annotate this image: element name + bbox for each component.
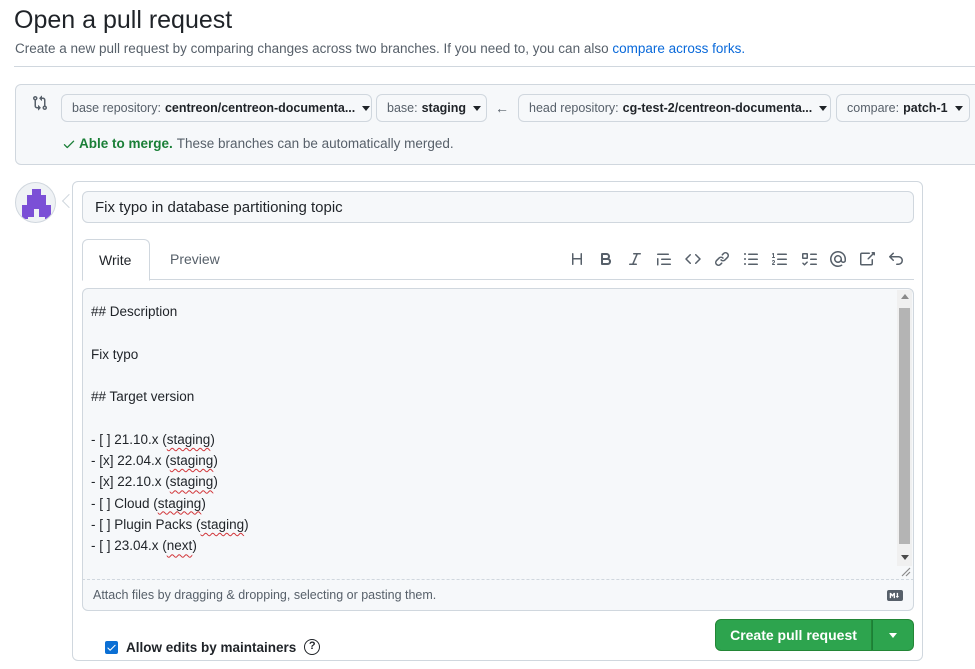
unordered-list-icon[interactable] [736,248,765,270]
check-icon [63,140,75,148]
compare-branch-label: compare: [847,101,900,115]
identicon-icon [22,189,51,219]
markdown-icon [887,590,903,601]
page-title: Open a pull request [14,6,233,34]
scroll-up-icon[interactable] [901,294,909,299]
caret-down-icon [954,105,963,111]
base-branch-select[interactable]: base: staging [376,94,487,122]
list-item: - [ ] 23.04.x (next) [91,538,197,554]
base-repository-select[interactable]: base repository: centreon/centreon-docum… [61,94,372,122]
caret-down-icon [362,105,371,111]
attach-hint: Attach files by dragging & dropping, sel… [93,588,437,602]
base-branch-label: base: [387,101,418,115]
quote-icon[interactable] [649,248,678,270]
markdown-toolbar [562,248,910,270]
scroll-down-icon[interactable] [901,555,909,560]
caret-down-icon [889,632,897,638]
reference-icon[interactable] [852,248,881,270]
help-icon[interactable]: ? [304,639,321,655]
list-item: - [ ] Cloud (staging) [91,495,206,511]
resize-grip-icon[interactable] [899,565,911,577]
italic-icon[interactable] [620,248,649,270]
caret-down-icon [473,105,482,111]
git-compare-icon [32,95,50,113]
code-icon[interactable] [678,248,707,270]
editor-tabs: Write Preview [82,239,914,281]
avatar[interactable] [15,182,56,223]
caret-down-icon [819,105,828,111]
head-repository-value: cg-test-2/centreon-documenta... [622,101,813,115]
link-icon[interactable] [707,248,736,270]
pr-title-input[interactable] [82,191,914,223]
pr-body-content: ## Description Fix typo ## Target versio… [91,301,249,557]
base-repository-value: centreon/centreon-documenta... [164,101,356,115]
merge-message: These branches can be automatically merg… [176,136,454,151]
base-repository-label: base repository: [72,101,161,115]
scroll-thumb[interactable] [899,308,910,544]
pr-body-textarea[interactable]: ## Description Fix typo ## Target versio… [82,288,914,580]
merge-ok-label: Able to merge. [79,136,173,151]
tab-write[interactable]: Write [82,239,150,281]
heading-icon[interactable] [562,248,591,270]
list-item: - [ ] 21.10.x (staging) [91,431,215,447]
allow-edits-label[interactable]: Allow edits by maintainers [126,640,296,655]
list-item: - [ ] Plugin Packs (staging) [91,516,249,532]
create-pull-request-button[interactable]: Create pull request [715,619,872,651]
subtitle-text: Create a new pull request by comparing c… [15,41,609,56]
create-options-dropdown[interactable] [872,619,914,651]
list-item: - [x] 22.10.x (staging) [91,474,218,490]
allow-edits-checkbox[interactable] [105,640,118,654]
head-repository-label: head repository: [529,101,619,115]
body-line: ## Description [91,304,178,319]
body-line: Fix typo [91,346,139,362]
allow-edits-row: Allow edits by maintainers ? [105,639,321,655]
vertical-scrollbar[interactable] [897,290,912,566]
divider [14,66,975,67]
merge-status: Able to merge. These branches can be aut… [62,136,454,151]
arrow-left-icon: ← [495,100,509,116]
pull-request-composer: Write Preview ## Description Fix typo ##… [72,181,923,661]
mention-icon[interactable] [823,248,852,270]
head-repository-select[interactable]: head repository: cg-test-2/centreon-docu… [518,94,831,122]
task-list-icon[interactable] [794,248,823,270]
compare-across-forks-link[interactable]: compare across forks. [612,41,745,56]
list-item: - [x] 22.04.x (staging) [91,453,218,469]
undo-icon[interactable] [881,248,910,270]
compare-range-box: base repository: centreon/centreon-docum… [15,84,975,165]
page-subtitle: Create a new pull request by comparing c… [15,41,745,56]
ordered-list-icon[interactable] [765,248,794,270]
compare-branch-value: patch-1 [903,101,948,115]
tab-preview[interactable]: Preview [154,239,236,280]
compare-branch-select[interactable]: compare: patch-1 [836,94,970,122]
attach-files-bar[interactable]: Attach files by dragging & dropping, sel… [82,580,914,611]
body-line: ## Target version [91,389,195,405]
bold-icon[interactable] [591,248,620,270]
base-branch-value: staging [421,101,467,115]
check-icon [107,644,116,651]
